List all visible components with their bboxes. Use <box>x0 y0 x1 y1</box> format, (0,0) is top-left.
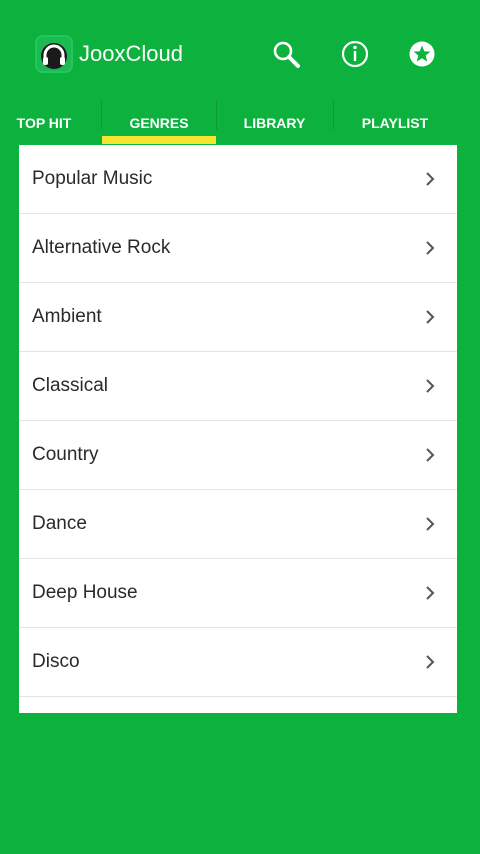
tab-library[interactable]: LIBRARY <box>216 100 333 145</box>
chevron-right-icon <box>426 517 435 531</box>
genre-item-disco[interactable]: Disco <box>19 628 457 697</box>
genre-list: Popular Music Alternative Rock Ambient C… <box>19 145 457 713</box>
genre-label: Popular Music <box>32 168 153 189</box>
genre-label: Disco <box>32 651 80 672</box>
genre-item-classical[interactable]: Classical <box>19 352 457 421</box>
chevron-right-icon <box>426 241 435 255</box>
tab-bar: TOP HIT GENRES LIBRARY PLAYLIST <box>0 100 480 145</box>
genre-label: Alternative Rock <box>32 237 171 258</box>
genre-item-popular-music[interactable]: Popular Music <box>19 145 457 214</box>
tab-top-hit[interactable]: TOP HIT <box>0 100 102 145</box>
chevron-right-icon <box>426 448 435 462</box>
genre-item-country[interactable]: Country <box>19 421 457 490</box>
chevron-right-icon <box>426 172 435 186</box>
genre-label: Deep House <box>32 582 138 603</box>
info-button[interactable] <box>339 38 371 70</box>
tab-playlist[interactable]: PLAYLIST <box>333 100 457 145</box>
chevron-right-icon <box>426 655 435 669</box>
genre-item-ambient[interactable]: Ambient <box>19 283 457 352</box>
chevron-right-icon <box>426 379 435 393</box>
genre-label: Country <box>32 444 99 465</box>
rate-button[interactable] <box>406 38 438 70</box>
selected-tab-indicator <box>102 136 216 144</box>
genre-label: Dance <box>32 513 87 534</box>
app-bar: JooxCloud <box>0 0 480 100</box>
app-title: JooxCloud <box>79 41 183 66</box>
chevron-right-icon <box>426 310 435 324</box>
star-icon <box>409 41 435 67</box>
search-icon <box>273 41 300 68</box>
genre-item-dance[interactable]: Dance <box>19 490 457 559</box>
genre-item-deep-house[interactable]: Deep House <box>19 559 457 628</box>
search-button[interactable] <box>270 38 302 70</box>
info-icon <box>341 40 369 68</box>
genre-label: Classical <box>32 375 109 396</box>
headphones-logo-icon <box>35 35 73 73</box>
chevron-right-icon <box>426 586 435 600</box>
genre-label: Ambient <box>32 306 102 327</box>
genre-item-alternative-rock[interactable]: Alternative Rock <box>19 214 457 283</box>
